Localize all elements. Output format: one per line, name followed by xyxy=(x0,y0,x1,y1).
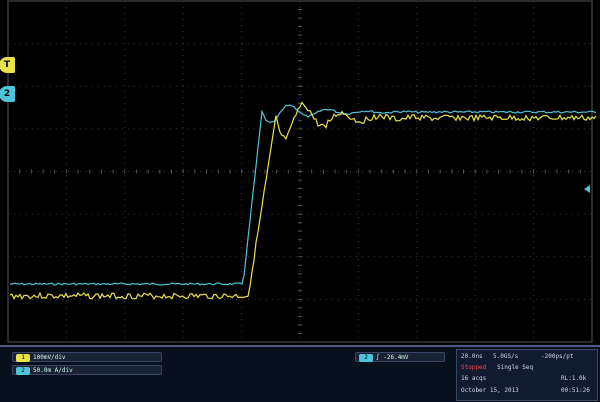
timebase: 20.0ns xyxy=(461,353,483,360)
record-length: RL:1.0k xyxy=(561,375,587,382)
channel-2-marker[interactable]: 2 xyxy=(0,86,15,102)
time-readout: 00:51:26 xyxy=(561,387,590,394)
trigger-slope-icon: ∫ xyxy=(376,354,380,361)
acquisition-state: Stopped xyxy=(461,364,487,371)
date-readout: October 15, 2013 xyxy=(461,387,519,394)
trigger-source-tag: 2 xyxy=(359,354,373,362)
trigger-readout[interactable]: 2 ∫ -26.4mV xyxy=(355,352,445,362)
horizontal-position: -200ps/pt xyxy=(541,353,574,360)
channel-2-tag: 2 xyxy=(16,367,30,375)
channel-1-scale: 100mV/div xyxy=(33,354,66,361)
acquisition-mode: Single Seq xyxy=(497,364,534,371)
oscilloscope-screen: T 2 xyxy=(0,0,600,400)
acquisition-panel[interactable]: 20.0ns 5.0GS/s -200ps/pt Stopped Single … xyxy=(456,349,598,401)
trigger-level: -26.4mV xyxy=(383,354,409,361)
channel-1-tag: 1 xyxy=(16,354,30,362)
sample-rate: 5.0GS/s xyxy=(493,353,519,360)
channel-2-scale: 50.0m A/div xyxy=(33,367,73,374)
channel-1-scale-readout[interactable]: 1 100mV/div xyxy=(12,352,162,362)
trigger-level-marker[interactable] xyxy=(584,185,590,193)
trigger-marker[interactable]: T xyxy=(0,57,15,73)
channel-2-waveform xyxy=(9,104,597,286)
channel-1-waveform xyxy=(9,101,597,301)
acquisition-count: 16 acqs xyxy=(461,375,487,382)
channel-2-scale-readout[interactable]: 2 50.0m A/div xyxy=(12,365,162,375)
waveform-area xyxy=(9,101,597,301)
